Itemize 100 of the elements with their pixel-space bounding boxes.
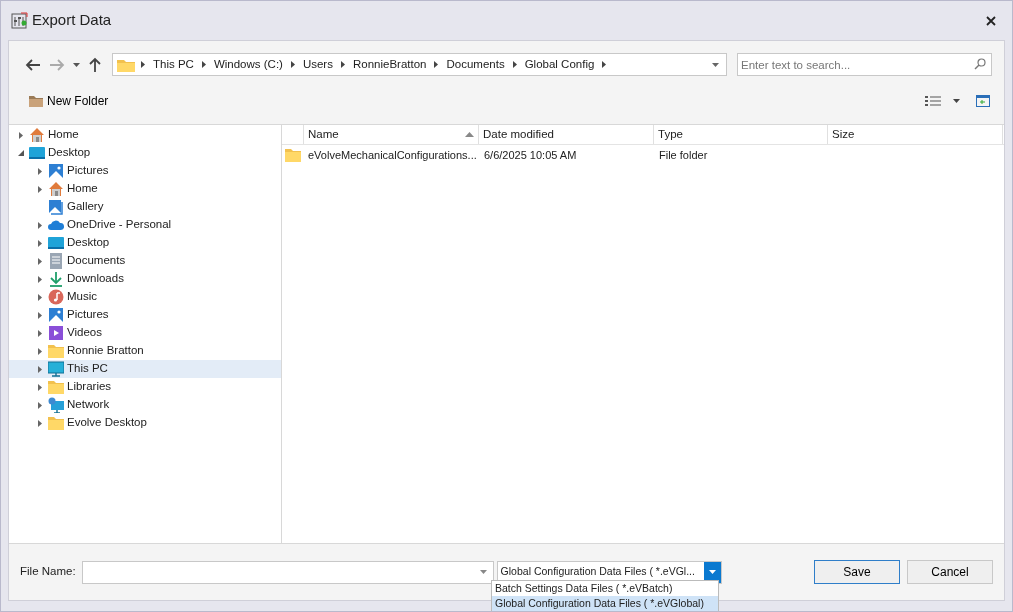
tree-item[interactable]: Evolve Desktop xyxy=(9,414,281,432)
recent-locations-button[interactable] xyxy=(71,60,82,69)
expand-toggle[interactable] xyxy=(35,418,45,428)
collapsed-arrow-icon xyxy=(38,365,42,373)
expanded-arrow-icon xyxy=(18,150,24,156)
expand-toggle[interactable] xyxy=(35,310,45,320)
tree-item[interactable]: Videos xyxy=(9,324,281,342)
address-segment[interactable]: RonnieBratton xyxy=(344,55,435,74)
expand-toggle[interactable] xyxy=(35,328,45,338)
new-folder-button[interactable]: New Folder xyxy=(27,90,111,112)
window-title: Export Data xyxy=(32,10,112,31)
tree-item[interactable]: Music xyxy=(9,288,281,306)
dropdown-option[interactable]: Global Configuration Data Files ( *.eVGlobal) xyxy=(492,596,718,611)
monitor-icon xyxy=(29,145,45,161)
expand-toggle[interactable] xyxy=(35,346,45,356)
view-options-button[interactable] xyxy=(923,93,943,109)
tree-item[interactable]: Home xyxy=(9,180,281,198)
column-header[interactable]: Size xyxy=(828,125,1003,144)
collapsed-arrow-icon xyxy=(38,221,42,229)
network-globe-icon xyxy=(48,397,64,413)
tree-item[interactable]: Libraries xyxy=(9,378,281,396)
table-cell-text: File folder xyxy=(659,147,708,163)
caret-icon xyxy=(953,99,960,103)
address-segment[interactable]: Documents xyxy=(438,55,513,74)
expand-toggle[interactable] xyxy=(35,166,45,176)
folder-icon xyxy=(48,379,64,395)
expand-toggle[interactable] xyxy=(35,364,45,374)
tree-item[interactable]: Pictures xyxy=(9,306,281,324)
chevron-icon xyxy=(201,61,206,68)
collapsed-arrow-icon xyxy=(38,185,42,193)
house-icon xyxy=(48,181,64,197)
expand-toggle[interactable] xyxy=(16,148,26,158)
preview-pane-button[interactable] xyxy=(974,93,992,109)
expand-toggle[interactable] xyxy=(16,130,26,140)
expand-toggle[interactable] xyxy=(35,220,45,230)
expand-toggle[interactable] xyxy=(35,400,45,410)
column-header[interactable]: Date modified xyxy=(479,125,654,144)
folder-icon xyxy=(29,95,43,107)
tree-item[interactable]: Home xyxy=(9,126,281,144)
tree-item[interactable]: Network xyxy=(9,396,281,414)
monitor-icon xyxy=(48,361,64,377)
caret-icon xyxy=(479,570,487,574)
collapsed-arrow-icon xyxy=(38,383,42,391)
expand-toggle[interactable] xyxy=(35,292,45,302)
folder-icon xyxy=(48,343,64,359)
search-field[interactable]: Enter text to search... xyxy=(737,53,992,76)
chevron-icon xyxy=(141,61,145,68)
tree-item[interactable]: OneDrive - Personal xyxy=(9,216,281,234)
file-name-field[interactable] xyxy=(81,560,494,584)
folder-icon xyxy=(285,148,301,162)
expand-toggle[interactable] xyxy=(35,274,45,284)
column-header[interactable]: Name xyxy=(304,125,479,144)
picture-icon xyxy=(48,307,64,323)
chevron-icon xyxy=(340,61,345,68)
dropdown-option[interactable]: Batch Settings Data Files ( *.eVBatch) xyxy=(492,581,718,596)
tree-item[interactable]: Gallery xyxy=(9,198,281,216)
expand-toggle[interactable] xyxy=(35,382,45,392)
picture-icon xyxy=(48,163,64,179)
tree-item[interactable]: Pictures xyxy=(9,162,281,180)
picture-stack-icon xyxy=(48,199,64,215)
tree-item[interactable]: Desktop xyxy=(9,234,281,252)
collapsed-arrow-icon xyxy=(38,293,42,301)
chevron-icon xyxy=(512,61,517,68)
video-icon xyxy=(48,325,64,341)
collapsed-arrow-icon xyxy=(38,257,42,265)
tree-item[interactable]: Desktop xyxy=(9,144,281,162)
search-icon xyxy=(974,58,986,70)
address-bar[interactable]: This PC Windows (C:) Users RonnieBratton Documents Global Config xyxy=(112,53,727,76)
forward-arrow-icon xyxy=(49,57,65,72)
address-segment[interactable]: This PC xyxy=(145,55,202,74)
address-segment[interactable]: Global Config xyxy=(516,55,603,74)
collapsed-arrow-icon xyxy=(38,401,42,409)
chevron-icon xyxy=(290,61,295,68)
expand-toggle[interactable] xyxy=(35,238,45,248)
up-arrow-icon xyxy=(88,56,102,73)
back-arrow-icon xyxy=(25,57,41,72)
collapsed-arrow-icon xyxy=(38,275,42,283)
tree-item[interactable]: Ronnie Bratton xyxy=(9,342,281,360)
table-cell-text: eVolveMechanicalConfigurations... xyxy=(308,147,477,163)
folder-icon xyxy=(48,415,64,431)
column-header[interactable]: Type xyxy=(654,125,828,144)
collapsed-arrow-icon xyxy=(38,239,42,247)
details-view-icon xyxy=(925,95,941,107)
expand-toggle[interactable] xyxy=(35,256,45,266)
view-menu-button[interactable] xyxy=(951,97,962,105)
expand-toggle[interactable] xyxy=(35,184,45,194)
address-segment[interactable]: Windows (C:) xyxy=(205,55,291,74)
collapsed-arrow-icon xyxy=(38,329,42,337)
tree-item[interactable]: Downloads xyxy=(9,270,281,288)
close-icon xyxy=(986,16,996,27)
monitor-icon xyxy=(48,235,64,251)
export-app-icon xyxy=(11,12,28,29)
file-name-label: File Name: xyxy=(20,564,76,580)
tree-item[interactable]: This PC xyxy=(9,360,281,378)
tree-item[interactable]: Documents xyxy=(9,252,281,270)
dialog-button[interactable]: Cancel xyxy=(907,560,993,584)
download-icon xyxy=(48,271,64,287)
dialog-button[interactable]: Save xyxy=(814,560,900,584)
table-cell-text: 6/6/2025 10:05 AM xyxy=(484,147,577,163)
address-segment[interactable]: Users xyxy=(294,55,341,74)
